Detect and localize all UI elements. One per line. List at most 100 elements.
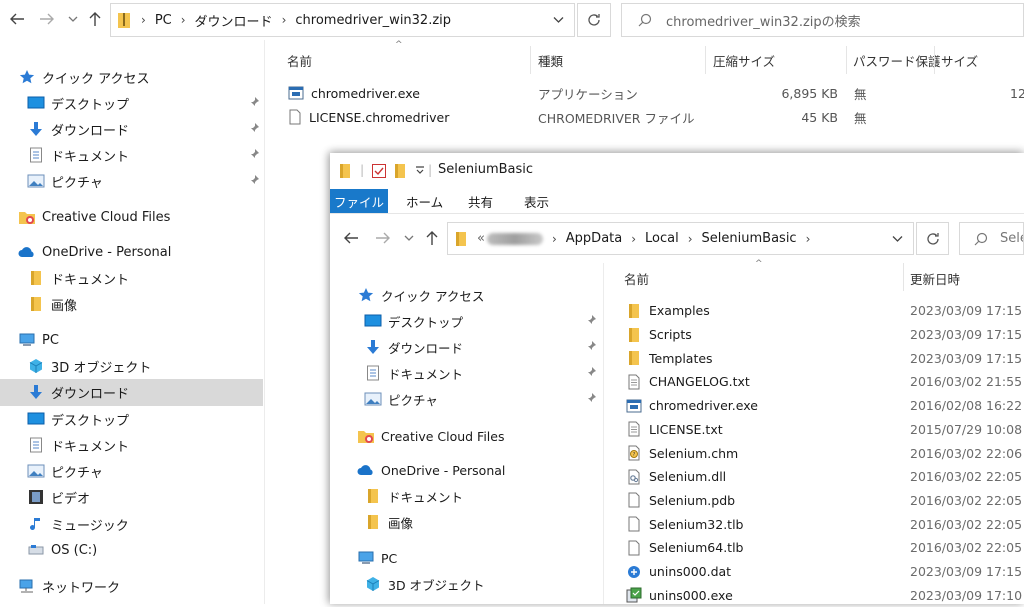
pin-icon[interactable] xyxy=(248,148,260,160)
properties-check-icon[interactable] xyxy=(371,163,387,179)
file-row[interactable]: ? Selenium.chm xyxy=(626,441,738,465)
breadcrumb-zip[interactable]: chromedriver_win32.zip xyxy=(295,13,451,28)
nav-pictures[interactable]: ピクチャ xyxy=(364,387,438,411)
file-row[interactable]: Selenium64.tlb xyxy=(626,536,743,560)
breadcrumb-pc[interactable]: PC xyxy=(155,13,172,28)
breadcrumb-local[interactable]: Local xyxy=(645,231,679,246)
file-row[interactable]: Selenium.dll xyxy=(626,465,726,489)
pin-icon[interactable] xyxy=(248,96,260,108)
nav-onedrive-images[interactable]: 画像 xyxy=(27,292,77,316)
recent-dropdown-icon[interactable] xyxy=(398,227,420,249)
refresh-button[interactable] xyxy=(577,3,611,37)
nav-pc[interactable]: PC xyxy=(18,328,59,352)
star-icon xyxy=(357,287,375,303)
file-row[interactable]: Scripts xyxy=(626,323,692,347)
column-compressed-size[interactable]: 圧縮サイズ xyxy=(713,48,775,72)
nav-pc-documents[interactable]: ドキュメント xyxy=(27,433,129,457)
search-box[interactable]: Sele xyxy=(959,222,1024,255)
nav-3d-objects[interactable]: 3D オブジェクト xyxy=(27,354,151,378)
recent-dropdown-icon[interactable] xyxy=(62,8,84,30)
nav-creative-cloud[interactable]: Creative Cloud Files xyxy=(18,205,170,229)
nav-pc-desktop[interactable]: デスクトップ xyxy=(27,407,129,431)
file-row[interactable]: chromedriver.exe xyxy=(288,82,420,104)
tab-share[interactable]: 共有 xyxy=(468,189,493,213)
column-type[interactable]: 種類 xyxy=(538,48,563,72)
nav-pictures[interactable]: ピクチャ xyxy=(27,169,103,193)
file-row[interactable]: unins000.dat xyxy=(626,560,731,584)
nav-3d-objects[interactable]: 3D オブジェクト xyxy=(364,572,485,596)
nav-onedrive[interactable]: OneDrive - Personal xyxy=(18,240,171,264)
file-row[interactable]: unins000.exe xyxy=(626,583,733,607)
pin-icon[interactable] xyxy=(585,392,597,404)
file-row[interactable]: CHANGELOG.txt xyxy=(626,370,750,394)
file-row[interactable]: LICENSE.chromedriver xyxy=(288,106,449,128)
nav-documents[interactable]: ドキュメント xyxy=(364,361,463,385)
nav-quick-access[interactable]: クイック アクセス xyxy=(18,65,149,89)
folder-icon xyxy=(626,350,642,366)
file-row[interactable]: Selenium32.tlb xyxy=(626,512,743,536)
forward-arrow-icon[interactable] xyxy=(372,227,394,249)
nav-pc-videos[interactable]: ビデオ xyxy=(27,485,90,509)
address-dropdown-icon[interactable] xyxy=(553,16,564,24)
nav-os-drive[interactable]: OS (C:) xyxy=(27,538,97,562)
back-arrow-icon[interactable] xyxy=(6,8,28,30)
new-folder-icon[interactable] xyxy=(394,163,406,179)
tab-file[interactable]: ファイル xyxy=(330,189,388,213)
nav-pc[interactable]: PC xyxy=(357,546,397,570)
nav-desktop[interactable]: デスクトップ xyxy=(27,91,129,115)
file-row[interactable]: LICENSE.txt xyxy=(626,418,723,442)
nav-onedrive[interactable]: OneDrive - Personal xyxy=(357,458,505,482)
nav-pc-music[interactable]: ミュージック xyxy=(27,512,129,536)
up-arrow-icon[interactable] xyxy=(421,227,443,249)
nav-onedrive-images[interactable]: 画像 xyxy=(364,510,413,534)
address-bar[interactable]: « › AppData › Local › SeleniumBasic › xyxy=(447,222,914,255)
nav-pc-pictures[interactable]: ピクチャ xyxy=(27,459,103,483)
pin-icon[interactable] xyxy=(585,314,597,326)
document-icon xyxy=(364,365,382,381)
file-row[interactable]: chromedriver.exe xyxy=(626,394,758,418)
pin-icon[interactable] xyxy=(585,340,597,352)
folder-icon xyxy=(27,270,45,286)
breadcrumb-downloads[interactable]: ダウンロード xyxy=(195,11,273,30)
refresh-button[interactable] xyxy=(916,222,949,255)
address-dropdown-icon[interactable] xyxy=(892,235,903,243)
nav-onedrive-documents[interactable]: ドキュメント xyxy=(364,484,463,508)
address-bar[interactable]: › PC › ダウンロード › chromedriver_win32.zip xyxy=(110,3,575,37)
pin-icon[interactable] xyxy=(248,122,260,134)
pin-icon[interactable] xyxy=(585,366,597,378)
column-name[interactable]: 名前 xyxy=(624,266,649,290)
text-file-icon xyxy=(626,421,642,437)
search-box[interactable]: chromedriver_win32.zipの検索 xyxy=(621,3,1024,37)
folder-icon xyxy=(27,296,45,312)
back-arrow-icon[interactable] xyxy=(340,227,362,249)
file-name: Selenium32.tlb xyxy=(649,516,744,532)
file-row[interactable]: Examples xyxy=(626,299,710,323)
tab-view[interactable]: 表示 xyxy=(524,189,549,213)
file-row[interactable]: Selenium.pdb xyxy=(626,489,735,513)
nav-quick-access[interactable]: クイック アクセス xyxy=(357,283,484,307)
nav-downloads[interactable]: ダウンロード xyxy=(27,117,129,141)
folder-icon xyxy=(364,488,382,504)
breadcrumb-seleniumbasic[interactable]: SeleniumBasic xyxy=(702,231,797,246)
nav-documents[interactable]: ドキュメント xyxy=(27,143,129,167)
nav-pc-downloads[interactable]: ダウンロード xyxy=(27,380,129,404)
column-size[interactable]: サイズ xyxy=(941,48,978,72)
nav-network[interactable]: ネットワーク xyxy=(18,574,120,598)
pin-icon[interactable] xyxy=(248,174,260,186)
column-modified[interactable]: 更新日時 xyxy=(910,266,960,290)
file-type: CHROMEDRIVER ファイル xyxy=(538,110,695,126)
hidden-path-chevron[interactable]: « xyxy=(477,231,485,246)
nav-downloads[interactable]: ダウンロード xyxy=(364,335,463,359)
nav-onedrive-documents[interactable]: ドキュメント xyxy=(27,266,129,290)
breadcrumb-appdata[interactable]: AppData xyxy=(566,231,622,246)
nav-desktop[interactable]: デスクトップ xyxy=(364,309,463,333)
column-name[interactable]: 名前 xyxy=(287,48,312,72)
file-row[interactable]: Templates xyxy=(626,346,713,370)
quick-access-toolbar-dropdown-icon[interactable] xyxy=(415,164,425,176)
forward-arrow-icon[interactable] xyxy=(36,8,58,30)
column-password[interactable]: パスワード保護 xyxy=(853,48,941,72)
computer-icon xyxy=(357,550,375,566)
nav-creative-cloud[interactable]: Creative Cloud Files xyxy=(357,424,505,448)
tab-home[interactable]: ホーム xyxy=(406,189,443,213)
up-arrow-icon[interactable] xyxy=(84,8,106,30)
